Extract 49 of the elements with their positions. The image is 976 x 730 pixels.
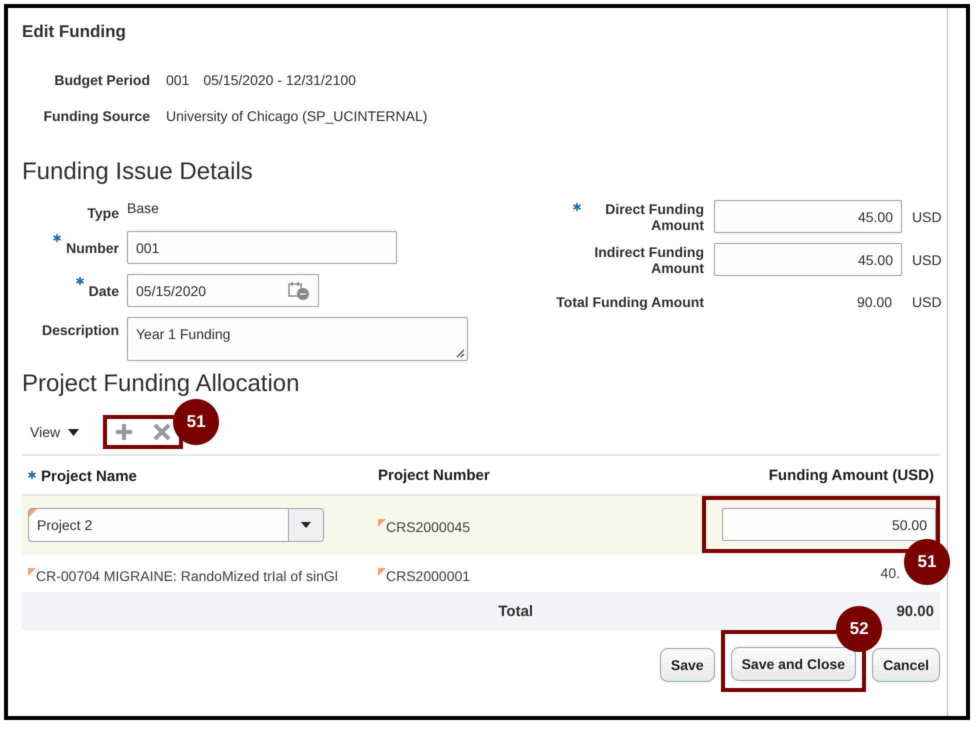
field-label: Type bbox=[87, 205, 119, 221]
caret-icon bbox=[68, 428, 80, 436]
field-label: Funding Source bbox=[42, 108, 150, 124]
field-value: 001 bbox=[166, 72, 190, 88]
project-name-combobox[interactable]: Project 2 bbox=[28, 508, 324, 542]
description-field[interactable]: Year 1 Funding bbox=[127, 317, 468, 361]
number-field[interactable]: 001 bbox=[127, 231, 397, 264]
total-amount: 90.00 bbox=[856, 294, 893, 310]
currency-label: USD bbox=[912, 252, 942, 268]
field-label: Budget Period bbox=[53, 72, 150, 88]
field-label: Description bbox=[42, 322, 119, 338]
field-label: Direct Funding Amount bbox=[604, 200, 704, 232]
callout-badge: 51 bbox=[904, 539, 950, 586]
date-field[interactable]: 05/15/2020 bbox=[127, 274, 319, 307]
amount-field[interactable]: 45.00 bbox=[714, 243, 902, 276]
field-label: Indirect Funding Amount bbox=[593, 244, 704, 276]
dialog-title: Edit Funding bbox=[22, 22, 127, 42]
dialog-button[interactable]: Save and Close bbox=[730, 647, 856, 682]
section-heading: Project Funding Allocation bbox=[22, 371, 300, 396]
total-label: Total bbox=[498, 602, 534, 620]
dialog-button[interactable]: Cancel bbox=[872, 648, 940, 682]
field-label: Number bbox=[66, 240, 119, 256]
currency-label: USD bbox=[912, 294, 942, 310]
calendar-icon[interactable] bbox=[288, 280, 310, 300]
field-value: Base bbox=[127, 200, 160, 218]
table-cell: CR-00704 MIGRAINE: RandoMized trIal of sinGl bbox=[28, 568, 338, 584]
section-heading: Funding Issue Details bbox=[22, 158, 254, 186]
caret-icon bbox=[301, 522, 311, 528]
dialog-button[interactable]: Save bbox=[660, 648, 715, 682]
amount-field[interactable]: 45.00 bbox=[714, 200, 902, 233]
amount-field[interactable]: 50.00 bbox=[722, 508, 936, 542]
add-icon[interactable] bbox=[115, 423, 134, 442]
resize-grip-icon[interactable] bbox=[455, 348, 465, 358]
dropdown-button[interactable] bbox=[288, 508, 323, 541]
column-header: Project Number bbox=[378, 466, 490, 484]
table-cell: CRS2000001 bbox=[378, 568, 470, 584]
field-value: 05/15/2020 - 12/31/2100 bbox=[203, 72, 356, 88]
column-header: Project Name bbox=[41, 468, 137, 485]
callout-badge: 51 bbox=[173, 399, 220, 446]
total-value: 90.00 bbox=[896, 602, 934, 620]
delete-icon[interactable] bbox=[153, 423, 172, 442]
table-cell: 40. bbox=[880, 565, 900, 582]
field-value: University of Chicago (SP_UCINTERNAL) bbox=[166, 108, 428, 124]
field-label: Date bbox=[88, 282, 119, 298]
column-header: Funding Amount (USD) bbox=[768, 466, 934, 484]
field-label: Total Funding Amount bbox=[556, 294, 704, 310]
view-menu[interactable]: View bbox=[30, 424, 80, 440]
table-cell: CRS2000045 bbox=[378, 519, 470, 536]
currency-label: USD bbox=[912, 208, 942, 224]
